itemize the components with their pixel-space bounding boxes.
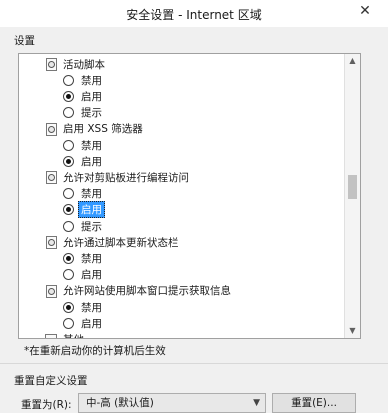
settings-label: 设置 [14,35,35,47]
radio-button[interactable] [63,155,74,167]
radio-button[interactable] [63,139,74,151]
option-row[interactable]: 禁用 [63,250,102,266]
title-bar: 安全设置 - Internet 区域 ✕ [0,0,388,27]
option-label[interactable]: 启用 [81,267,102,282]
radio-button[interactable] [63,188,74,200]
reset-section-title: 重置自定义设置 [14,375,88,387]
radio-button[interactable] [63,317,74,329]
radio-button[interactable] [63,269,74,281]
radio-button[interactable] [63,204,74,216]
category-label: 允许通过脚本更新状态栏 [63,236,179,249]
option-row[interactable]: 启用 [63,201,105,219]
scroll-up-icon[interactable]: ▲ [345,54,360,68]
reset-level-select[interactable]: 中-高 (默认值) ▼ [78,393,266,413]
option-label[interactable]: 启用 [81,154,102,169]
category-label: 启用 XSS 筛选器 [63,123,143,136]
folder-row: 其他 [45,331,84,338]
option-label[interactable]: 禁用 [81,138,102,153]
option-row[interactable]: 禁用 [63,186,102,202]
scroll-thumb[interactable] [348,175,357,199]
restart-note: *在重新启动你的计算机后生效 [24,345,166,357]
settings-category-icon [45,58,57,71]
settings-category-icon [45,171,57,185]
option-label[interactable]: 禁用 [81,186,102,201]
option-label[interactable]: 启用 [78,201,105,219]
category-label: 允许对剪贴板进行编程访问 [63,171,189,184]
option-row[interactable]: 禁用 [63,72,102,88]
category-label: 其他 [63,332,84,338]
category-label: 活动脚本 [63,58,105,71]
close-button[interactable]: ✕ [350,0,380,24]
folder-icon [45,334,57,338]
settings-list[interactable]: 活动脚本 禁用 启用 提示 启用 XSS 筛选器 禁用 启用 允许对剪贴板进行编程访问 禁用 启用… [18,53,361,339]
option-row[interactable]: 禁用 [63,137,102,153]
option-row[interactable]: 提示 [63,218,102,234]
reset-level-value: 中-高 (默认值) [86,397,154,409]
category-row: 活动脚本 [45,56,105,72]
reset-to-label: 重置为(R): [21,399,72,411]
option-label[interactable]: 启用 [81,89,102,104]
option-row[interactable]: 启用 [63,267,102,283]
option-label[interactable]: 禁用 [81,73,102,88]
option-label[interactable]: 禁用 [81,251,102,266]
option-label[interactable]: 提示 [81,219,102,234]
settings-tree: 活动脚本 禁用 启用 提示 启用 XSS 筛选器 禁用 启用 允许对剪贴板进行编程访问 禁用 启用… [19,54,344,338]
settings-category-icon [45,236,57,250]
option-row[interactable]: 启用 [63,88,102,104]
option-label[interactable]: 提示 [81,105,102,120]
scrollbar[interactable]: ▲ ▼ [344,54,360,338]
radio-button[interactable] [63,220,74,232]
radio-button[interactable] [63,252,74,264]
radio-button[interactable] [63,301,74,313]
category-row: 允许网站使用脚本窗口提示获取信息 [45,283,231,299]
radio-button[interactable] [63,107,74,119]
category-row: 允许通过脚本更新状态栏 [45,234,179,250]
settings-category-icon [45,122,57,136]
scroll-down-icon[interactable]: ▼ [345,324,360,338]
close-icon: ✕ [359,3,371,19]
option-row[interactable]: 提示 [63,105,102,121]
category-row: 启用 XSS 筛选器 [45,121,143,137]
option-label[interactable]: 禁用 [81,300,102,315]
radio-button[interactable] [63,74,74,86]
window-title: 安全设置 - Internet 区域 [126,8,262,22]
option-label[interactable]: 启用 [81,316,102,331]
settings-category-icon [45,284,57,298]
reset-button[interactable]: 重置(E)... [272,393,356,413]
category-label: 允许网站使用脚本窗口提示获取信息 [63,285,231,298]
divider [0,363,388,364]
category-row: 允许对剪贴板进行编程访问 [45,169,189,185]
radio-button[interactable] [63,90,74,102]
chevron-down-icon: ▼ [253,398,260,408]
option-row[interactable]: 禁用 [63,299,102,315]
option-row[interactable]: 启用 [63,315,102,331]
option-row[interactable]: 启用 [63,153,102,169]
